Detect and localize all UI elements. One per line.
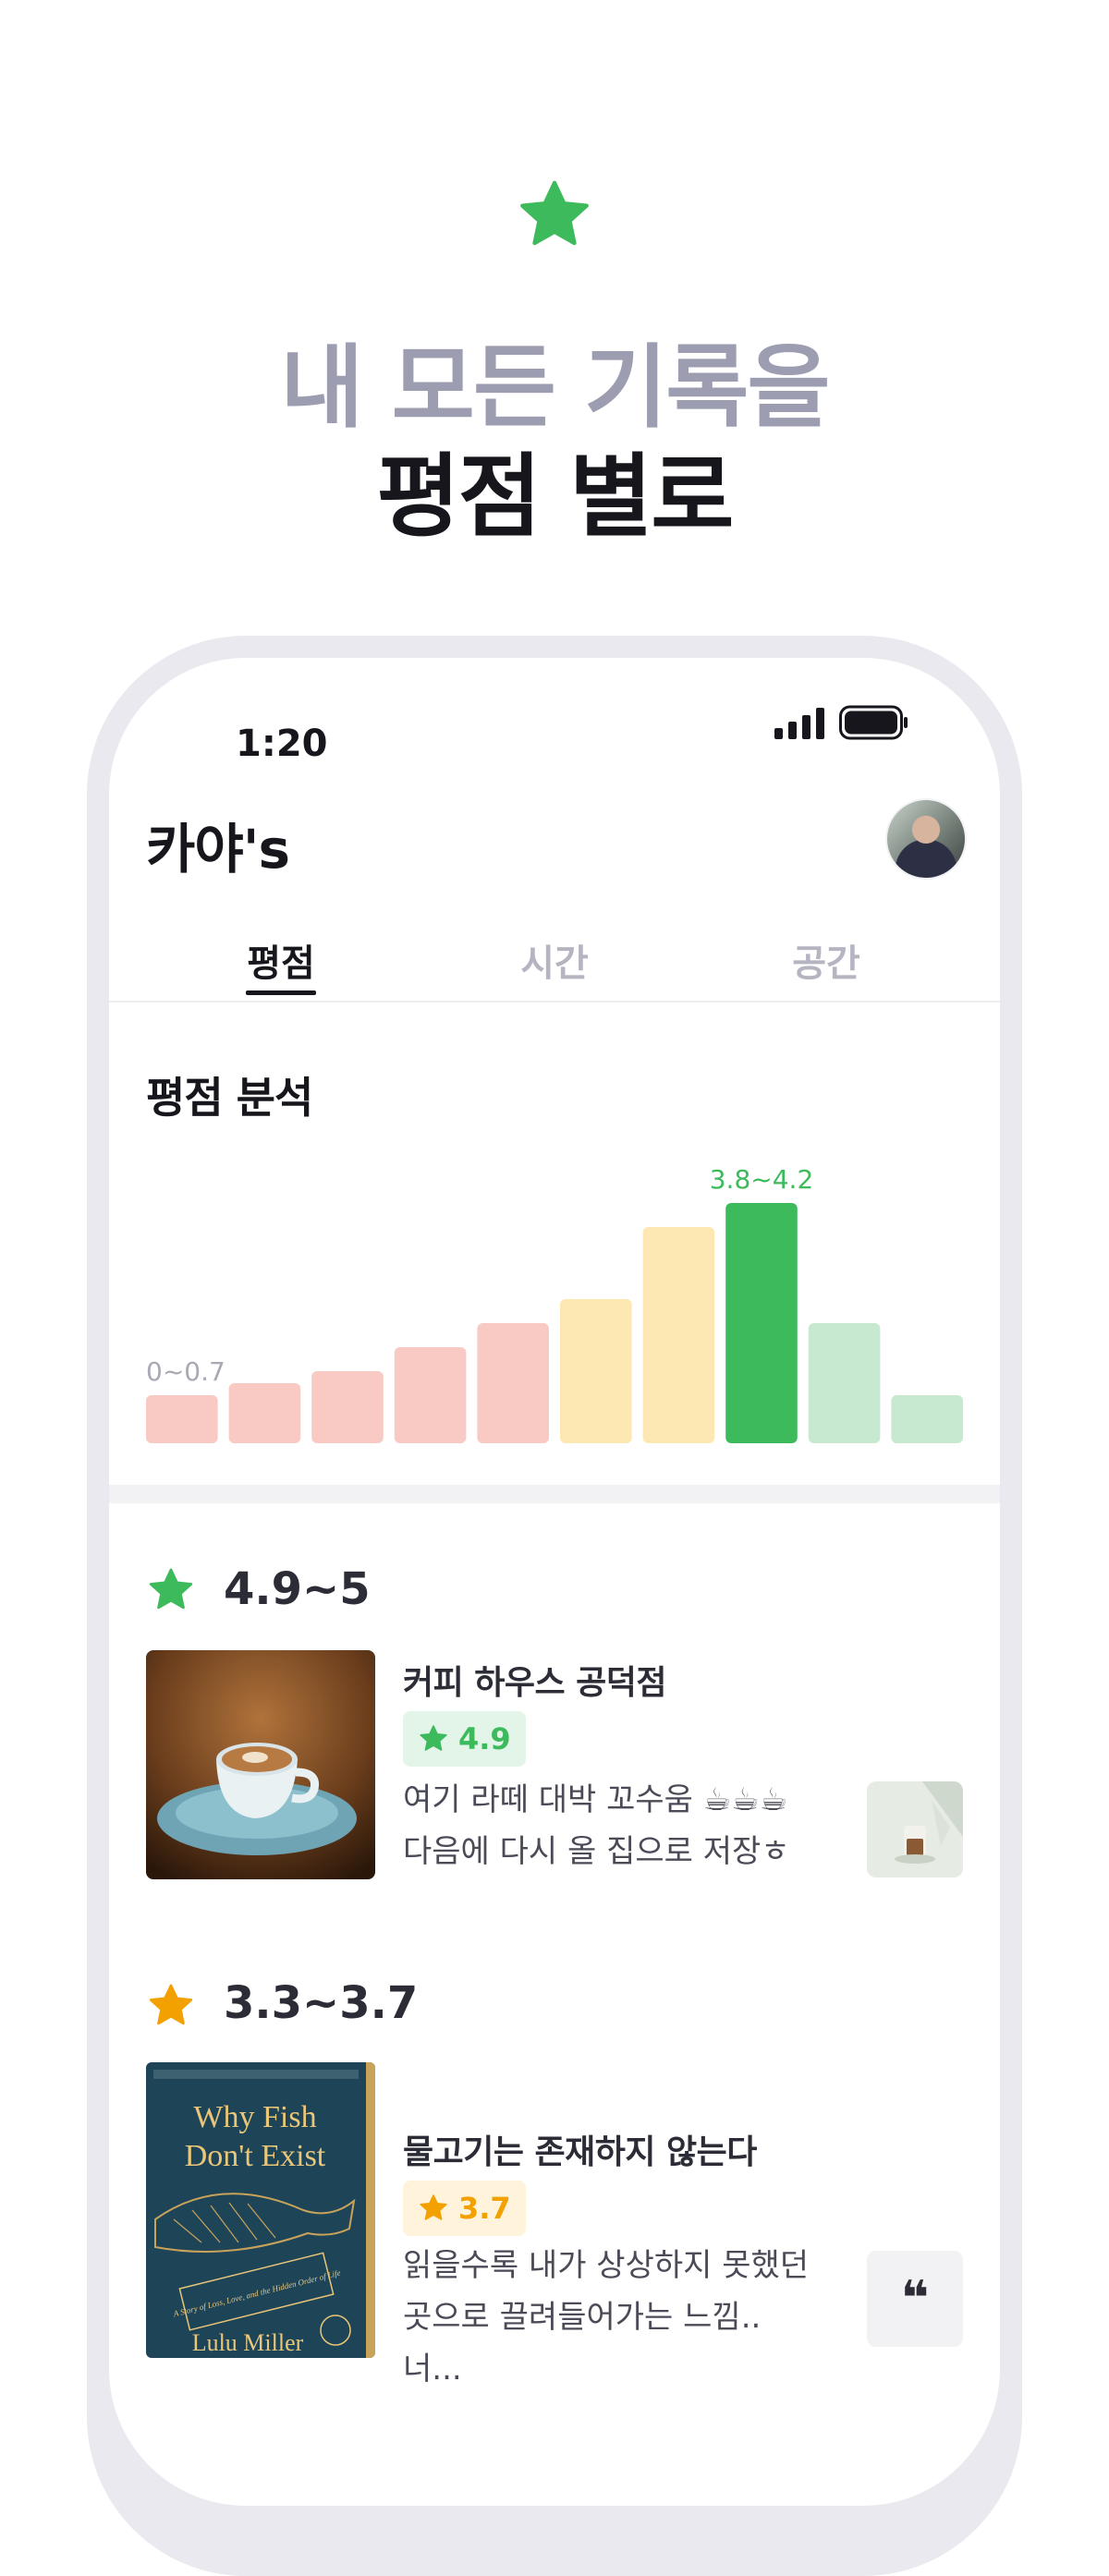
rating-bar[interactable] bbox=[311, 1371, 384, 1443]
tab-rating[interactable]: 평점 bbox=[207, 933, 355, 987]
item-name[interactable]: 커피 하우스 공덕점 bbox=[403, 1656, 667, 1704]
rating-badge: 4.9 bbox=[403, 1711, 526, 1767]
rating-value: 4.9 bbox=[458, 1721, 511, 1756]
item-name[interactable]: 물고기는 존재하지 않는다 bbox=[403, 2125, 757, 2173]
review-text: 여기 라떼 대박 꼬수움 ☕☕☕ 다음에 다시 올 집으로 저장ㅎ bbox=[403, 1774, 828, 1877]
hero-star-icon bbox=[520, 180, 589, 246]
rating-bar[interactable] bbox=[560, 1299, 632, 1443]
rating-bar[interactable] bbox=[642, 1227, 715, 1443]
group-range-label: 4.9~5 bbox=[224, 1563, 371, 1615]
page-title: 카야's bbox=[146, 818, 290, 881]
rating-bar[interactable] bbox=[394, 1347, 467, 1443]
group-star-icon bbox=[149, 1984, 193, 2025]
rating-bar[interactable] bbox=[808, 1323, 881, 1443]
book-title-line2: Don't Exist bbox=[185, 2139, 326, 2173]
phone-screen: 1:20 카야's 평점 시간 공간 평점 분석 0~0.7 3.8~4.2 4.… bbox=[109, 658, 1000, 2506]
rating-bar[interactable] bbox=[891, 1395, 963, 1443]
rating-value: 3.7 bbox=[458, 2191, 511, 2226]
book-title-line1: Why Fish bbox=[193, 2100, 316, 2134]
review-line: 읽을수록 내가 상상하지 못했던 bbox=[403, 2247, 810, 2284]
group-star-icon bbox=[149, 1568, 193, 1610]
rating-distribution-chart: 0~0.7 3.8~4.2 bbox=[146, 1164, 963, 1443]
bar-range-label: 0~0.7 bbox=[146, 1356, 225, 1387]
signal-icon bbox=[774, 708, 824, 739]
rating-bar[interactable] bbox=[146, 1395, 218, 1443]
section-divider bbox=[109, 1485, 1000, 1503]
rating-bar[interactable] bbox=[228, 1383, 301, 1443]
review-line: 곳으로 끌려들어가는 느낌.. 너... bbox=[403, 2299, 762, 2388]
review-line: 다음에 다시 올 집으로 저장ㅎ bbox=[403, 1833, 790, 1870]
battery-icon bbox=[839, 705, 908, 740]
rating-star-icon bbox=[420, 1725, 447, 1751]
tab-time[interactable]: 시간 bbox=[481, 933, 628, 987]
tab-place[interactable]: 공간 bbox=[752, 933, 900, 987]
review-text: 읽을수록 내가 상상하지 못했던 곳으로 끌려들어가는 느낌.. 너... bbox=[403, 2240, 828, 2395]
bar-range-label: 3.8~4.2 bbox=[710, 1164, 814, 1195]
rating-analysis-title: 평점 분석 bbox=[146, 1073, 313, 1123]
attached-photo-thumbnail[interactable] bbox=[867, 1781, 963, 1877]
book-cover[interactable]: Why Fish Don't Exist A Story of Loss, Lo… bbox=[146, 2062, 375, 2358]
active-tab-indicator bbox=[246, 990, 316, 995]
avatar[interactable] bbox=[885, 798, 967, 880]
rating-star-icon bbox=[420, 2194, 447, 2220]
quote-icon[interactable]: ❝ bbox=[867, 2251, 963, 2347]
status-time: 1:20 bbox=[236, 723, 328, 765]
rating-badge: 3.7 bbox=[403, 2181, 526, 2236]
cafe-photo[interactable] bbox=[146, 1650, 375, 1879]
rating-bar[interactable] bbox=[477, 1323, 549, 1443]
review-line: 여기 라떼 대박 꼬수움 ☕☕☕ bbox=[403, 1781, 788, 1818]
book-author: Lulu Miller bbox=[192, 2329, 304, 2356]
rating-bar[interactable] bbox=[725, 1203, 798, 1443]
tabs-divider bbox=[109, 1001, 1000, 1002]
hero-headline-line2: 평점 별로 bbox=[376, 444, 735, 550]
group-range-label: 3.3~3.7 bbox=[224, 1977, 419, 2029]
